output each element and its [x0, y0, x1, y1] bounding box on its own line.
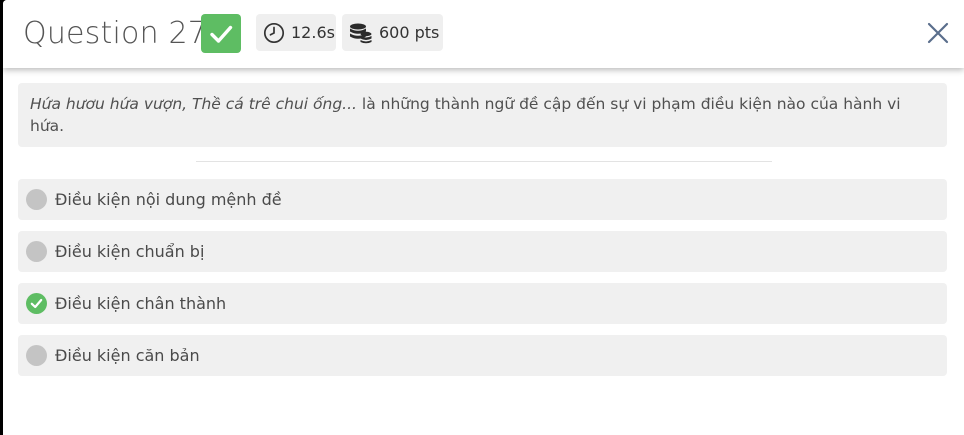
answer-option[interactable]: Điều kiện nội dung mệnh đề: [18, 179, 947, 220]
points-value: 600 pts: [379, 23, 440, 42]
time-value: 12.6s: [291, 23, 335, 42]
answer-option-label: Điều kiện chuẩn bị: [55, 242, 205, 261]
check-icon: [210, 25, 233, 43]
question-title: Question 27: [23, 16, 208, 51]
correct-badge: [201, 14, 241, 53]
answer-option[interactable]: Điều kiện căn bản: [18, 335, 947, 376]
answer-option[interactable]: Điều kiện chuẩn bị: [18, 231, 947, 272]
question-modal: Question 27 12.6s 600 pts Hứa hươu hứa v…: [3, 0, 964, 435]
question-header: Question 27 12.6s 600 pts: [3, 0, 964, 68]
points-chip: 600 pts: [342, 14, 443, 51]
radio-indicator: [26, 241, 47, 262]
question-idioms: Hứa hươu hứa vượn, Thề cá trê chui ống..…: [30, 95, 357, 113]
answer-option-label: Điều kiện chân thành: [55, 294, 227, 313]
correct-check-icon: [26, 293, 47, 314]
answer-option-label: Điều kiện nội dung mệnh đề: [55, 190, 282, 209]
radio-indicator: [26, 189, 47, 210]
close-button[interactable]: [925, 20, 951, 46]
radio-indicator: [26, 345, 47, 366]
clock-icon: [263, 22, 285, 44]
answer-option-label: Điều kiện căn bản: [55, 346, 200, 365]
divider: [196, 161, 772, 162]
question-text: Hứa hươu hứa vượn, Thề cá trê chui ống..…: [18, 83, 947, 147]
answer-option-correct[interactable]: Điều kiện chân thành: [18, 283, 947, 324]
coins-icon: [349, 22, 373, 44]
close-icon: [927, 22, 949, 44]
time-chip: 12.6s: [256, 14, 336, 51]
